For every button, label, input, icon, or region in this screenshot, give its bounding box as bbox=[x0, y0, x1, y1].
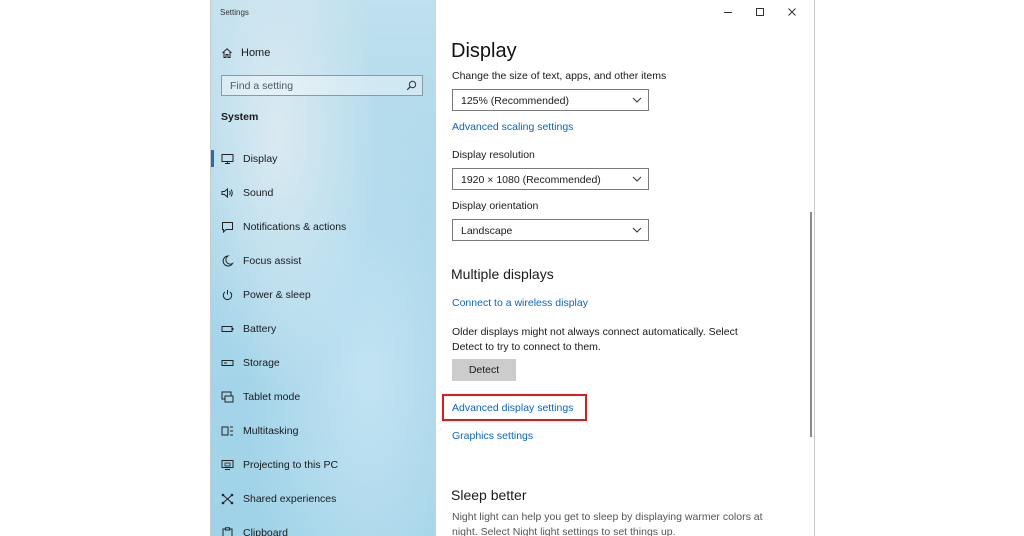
sidebar-item-label: Sound bbox=[243, 187, 274, 199]
home-icon bbox=[222, 48, 232, 58]
sidebar-item-notifications[interactable]: Notifications & actions bbox=[211, 210, 436, 244]
clipboard-icon bbox=[222, 527, 233, 536]
older-displays-line-1: Older displays might not always connect … bbox=[452, 326, 738, 338]
night-light-line-1: Night light can help you get to sleep by… bbox=[452, 511, 763, 523]
multitasking-icon bbox=[221, 426, 233, 436]
sidebar-item-label: Projecting to this PC bbox=[243, 459, 339, 471]
main-content: Display Change the size of text, apps, a… bbox=[436, 0, 814, 536]
sidebar-item-tablet-mode[interactable]: Tablet mode bbox=[211, 380, 436, 414]
minimize-icon bbox=[724, 12, 732, 13]
home-nav-item[interactable]: Home bbox=[221, 44, 270, 62]
sidebar-item-label: Clipboard bbox=[243, 527, 288, 536]
storage-icon bbox=[221, 360, 234, 366]
window-title: Settings bbox=[220, 8, 249, 17]
sidebar-item-display[interactable]: Display bbox=[211, 142, 436, 176]
page-title: Display bbox=[451, 40, 517, 62]
wireless-display-link[interactable]: Connect to a wireless display bbox=[452, 297, 588, 309]
sidebar-item-label: Notifications & actions bbox=[243, 221, 347, 233]
sidebar-item-label: Multitasking bbox=[243, 425, 299, 437]
chevron-down-icon bbox=[632, 227, 642, 233]
sidebar-item-label: Power & sleep bbox=[243, 289, 311, 301]
resolution-dropdown[interactable]: 1920 × 1080 (Recommended) bbox=[452, 168, 649, 190]
sidebar-item-sound[interactable]: Sound bbox=[211, 176, 436, 210]
projector-icon bbox=[221, 460, 234, 470]
resolution-value: 1920 × 1080 (Recommended) bbox=[461, 174, 601, 186]
tablet-icon bbox=[221, 391, 234, 403]
settings-window: Settings Home System Display bbox=[210, 0, 815, 536]
sidebar-item-label: Storage bbox=[243, 357, 280, 369]
resolution-label: Display resolution bbox=[452, 149, 535, 161]
chevron-down-icon bbox=[632, 97, 642, 103]
sidebar-item-shared-experiences[interactable]: Shared experiences bbox=[211, 482, 436, 516]
scrollbar[interactable] bbox=[810, 212, 812, 437]
sidebar: Settings Home System Display bbox=[211, 0, 436, 536]
battery-icon bbox=[221, 326, 234, 332]
night-light-text: Night light can help you get to sleep by… bbox=[452, 510, 782, 536]
sidebar-item-label: Display bbox=[243, 153, 278, 165]
search-input[interactable] bbox=[222, 76, 410, 95]
scale-value: 125% (Recommended) bbox=[461, 95, 569, 107]
maximize-icon bbox=[756, 8, 764, 16]
advanced-scaling-link[interactable]: Advanced scaling settings bbox=[452, 121, 573, 133]
detect-button[interactable]: Detect bbox=[452, 359, 516, 381]
older-displays-line-2: Detect to try to connect to them. bbox=[452, 341, 601, 353]
multiple-displays-heading: Multiple displays bbox=[451, 266, 554, 282]
orientation-dropdown[interactable]: Landscape bbox=[452, 219, 649, 241]
close-button[interactable] bbox=[776, 4, 808, 20]
sidebar-item-projecting[interactable]: Projecting to this PC bbox=[211, 448, 436, 482]
chevron-down-icon bbox=[632, 176, 642, 182]
sidebar-item-label: Shared experiences bbox=[243, 493, 337, 505]
orientation-label: Display orientation bbox=[452, 200, 539, 212]
close-icon bbox=[788, 8, 796, 16]
share-icon bbox=[221, 493, 234, 505]
graphics-settings-link[interactable]: Graphics settings bbox=[452, 430, 533, 442]
search-box[interactable] bbox=[221, 75, 423, 96]
sidebar-item-storage[interactable]: Storage bbox=[211, 346, 436, 380]
sidebar-item-label: Tablet mode bbox=[243, 391, 301, 403]
night-light-line-2: night. Select Night light settings to se… bbox=[452, 526, 676, 536]
sidebar-item-label: Battery bbox=[243, 323, 277, 335]
scale-dropdown[interactable]: 125% (Recommended) bbox=[452, 89, 649, 111]
section-label-system: System bbox=[221, 111, 259, 123]
sidebar-item-label: Focus assist bbox=[243, 255, 302, 267]
monitor-icon bbox=[221, 154, 234, 164]
older-displays-text: Older displays might not always connect … bbox=[452, 325, 782, 355]
sidebar-item-power-sleep[interactable]: Power & sleep bbox=[211, 278, 436, 312]
sleep-better-heading: Sleep better bbox=[451, 487, 527, 503]
message-icon bbox=[222, 222, 233, 233]
minimize-button[interactable] bbox=[712, 4, 744, 20]
sidebar-item-battery[interactable]: Battery bbox=[211, 312, 436, 346]
search-icon[interactable] bbox=[406, 80, 417, 91]
window-controls bbox=[712, 4, 808, 20]
moon-icon bbox=[222, 255, 234, 267]
scale-label: Change the size of text, apps, and other… bbox=[452, 70, 667, 82]
power-icon bbox=[222, 290, 233, 300]
sidebar-nav: Display Sound Notifications & actions Fo… bbox=[211, 142, 436, 536]
advanced-display-settings-link[interactable]: Advanced display settings bbox=[452, 402, 573, 414]
sidebar-item-clipboard[interactable]: Clipboard bbox=[211, 516, 436, 536]
sidebar-item-multitasking[interactable]: Multitasking bbox=[211, 414, 436, 448]
sidebar-item-focus-assist[interactable]: Focus assist bbox=[211, 244, 436, 278]
home-label: Home bbox=[241, 47, 271, 59]
speaker-icon bbox=[221, 187, 233, 199]
maximize-button[interactable] bbox=[744, 4, 776, 20]
orientation-value: Landscape bbox=[461, 225, 513, 237]
